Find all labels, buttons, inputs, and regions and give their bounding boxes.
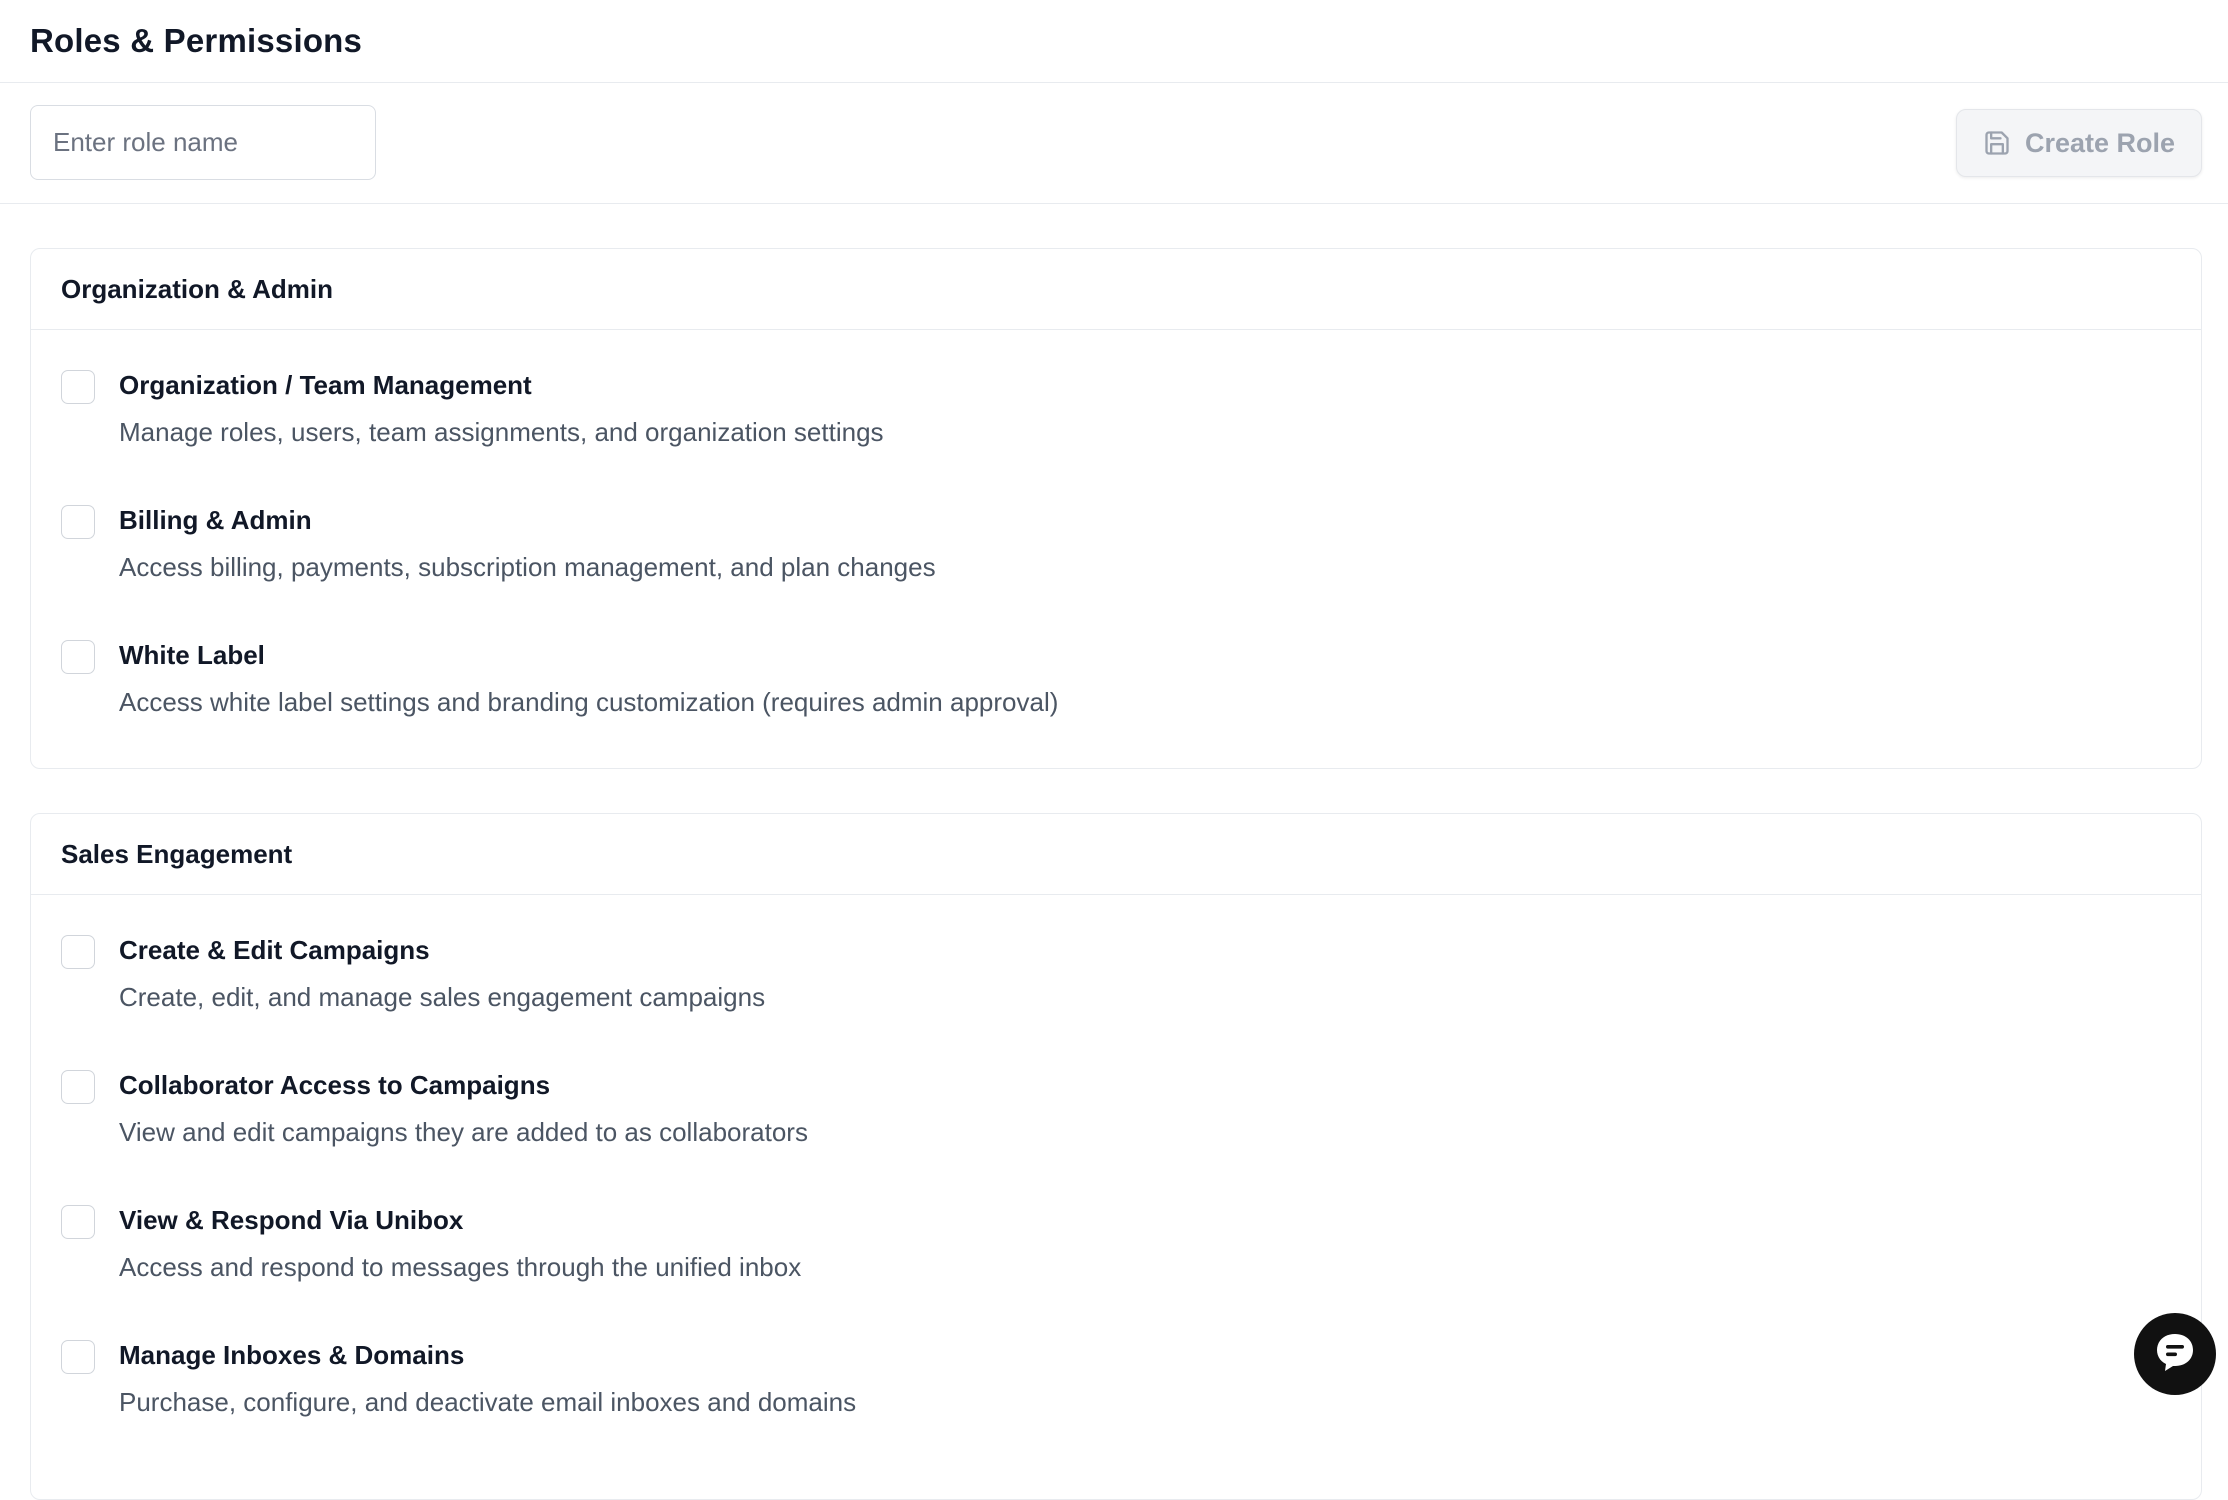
permission-text: Manage Inboxes & Domains Purchase, confi… xyxy=(119,1338,856,1419)
permission-item: Create & Edit Campaigns Create, edit, an… xyxy=(31,933,2201,1068)
permission-text: Collaborator Access to Campaigns View an… xyxy=(119,1068,808,1149)
permission-item: Collaborator Access to Campaigns View an… xyxy=(31,1068,2201,1203)
permission-list: Organization / Team Management Manage ro… xyxy=(31,330,2201,768)
permission-text: Organization / Team Management Manage ro… xyxy=(119,368,884,449)
page-header: Roles & Permissions xyxy=(0,0,2228,83)
permission-title: White Label xyxy=(119,640,265,670)
permission-description: Access white label settings and branding… xyxy=(119,687,1059,717)
permission-checkbox[interactable] xyxy=(61,370,95,404)
permission-description: Access and respond to messages through t… xyxy=(119,1252,802,1282)
permission-title: Billing & Admin xyxy=(119,505,312,535)
permission-text: View & Respond Via Unibox Access and res… xyxy=(119,1203,801,1284)
permission-text: White Label Access white label settings … xyxy=(119,638,1058,719)
permission-sections: Organization & Admin Organization / Team… xyxy=(0,248,2228,1500)
role-name-input[interactable] xyxy=(30,105,376,180)
section-title: Organization & Admin xyxy=(61,273,334,304)
permission-text: Create & Edit Campaigns Create, edit, an… xyxy=(119,933,765,1014)
permission-text: Billing & Admin Access billing, payments… xyxy=(119,503,936,584)
permission-item: White Label Access white label settings … xyxy=(31,638,2201,742)
save-icon xyxy=(1983,129,2011,157)
toolbar: Create Role xyxy=(0,83,2228,204)
permission-checkbox[interactable] xyxy=(61,1070,95,1104)
permission-description: View and edit campaigns they are added t… xyxy=(119,1117,808,1147)
permission-description: Create, edit, and manage sales engagemen… xyxy=(119,982,766,1012)
permission-checkbox[interactable] xyxy=(61,1205,95,1239)
permission-title: Create & Edit Campaigns xyxy=(119,935,430,965)
permission-description: Purchase, configure, and deactivate emai… xyxy=(119,1387,857,1417)
permission-checkbox[interactable] xyxy=(61,1340,95,1374)
permission-checkbox[interactable] xyxy=(61,935,95,969)
section-sales-engagement: Sales Engagement Create & Edit Campaigns… xyxy=(30,813,2202,1500)
permission-item: View & Respond Via Unibox Access and res… xyxy=(31,1203,2201,1338)
page-title: Roles & Permissions xyxy=(30,22,363,59)
permission-checkbox[interactable] xyxy=(61,505,95,539)
permission-title: Collaborator Access to Campaigns xyxy=(119,1070,551,1100)
chat-widget-button[interactable] xyxy=(2134,1313,2216,1395)
section-header: Organization & Admin xyxy=(31,249,2201,330)
section-organization-admin: Organization & Admin Organization / Team… xyxy=(30,248,2202,769)
permission-checkbox[interactable] xyxy=(61,640,95,674)
create-role-label: Create Role xyxy=(2024,127,2176,158)
permission-item: Billing & Admin Access billing, payments… xyxy=(31,503,2201,638)
section-title: Sales Engagement xyxy=(61,838,293,869)
create-role-button[interactable]: Create Role xyxy=(1956,109,2202,177)
permission-item: Manage Inboxes & Domains Purchase, confi… xyxy=(31,1338,2201,1473)
permission-title: Organization / Team Management xyxy=(119,370,532,400)
permission-description: Manage roles, users, team assignments, a… xyxy=(119,417,884,447)
permission-title: Manage Inboxes & Domains xyxy=(119,1340,465,1370)
permission-item: Organization / Team Management Manage ro… xyxy=(31,368,2201,503)
chat-icon xyxy=(2151,1328,2199,1381)
permission-title: View & Respond Via Unibox xyxy=(119,1205,464,1235)
permission-list: Create & Edit Campaigns Create, edit, an… xyxy=(31,895,2201,1499)
permission-description: Access billing, payments, subscription m… xyxy=(119,552,936,582)
section-header: Sales Engagement xyxy=(31,814,2201,895)
